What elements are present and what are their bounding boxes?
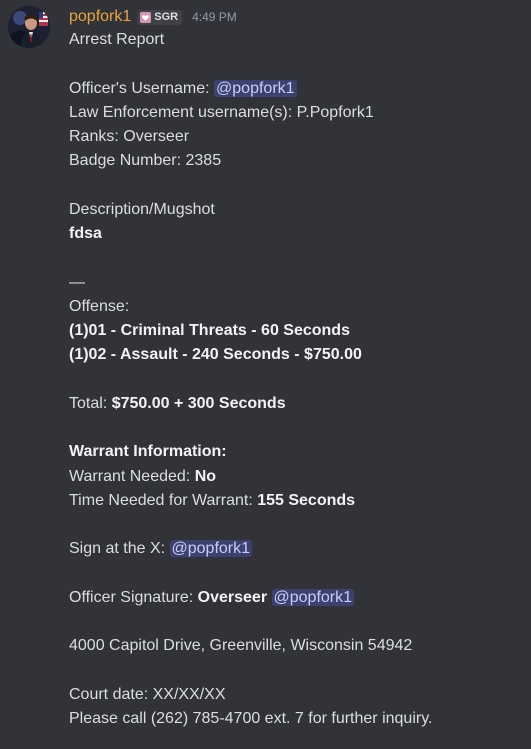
warrant-needed-line: Warrant Needed: No	[69, 465, 519, 489]
warrant-needed-value: No	[194, 467, 217, 485]
warrant-time-line: Time Needed for Warrant: 155 Seconds	[69, 489, 519, 513]
total-label: Total:	[69, 394, 112, 412]
warrant-needed-label: Warrant Needed:	[69, 467, 195, 485]
phone-line: Please call (262) 785-4700 ext. 7 for fu…	[69, 710, 433, 727]
sign-line: Sign at the X: @popfork1	[69, 537, 519, 561]
warrant-time-label: Time Needed for Warrant:	[69, 491, 258, 509]
signature-rank: Overseer	[197, 588, 268, 606]
author-username[interactable]: popfork1	[69, 8, 131, 26]
server-tag-label: SGR	[154, 11, 179, 23]
message-header: popfork1 SGR 4:49 PM	[69, 6, 237, 28]
separator: —	[69, 273, 85, 291]
chat-message: popfork1 SGR 4:49 PM Arrest Report Offic…	[0, 0, 531, 749]
offense-item: (1)01 - Criminal Threats - 60 Seconds	[69, 322, 350, 339]
avatar-image	[8, 6, 50, 48]
report-title: Arrest Report	[69, 31, 165, 48]
description-value: fdsa	[69, 225, 102, 242]
court-date-line: Court date: XX/XX/XX	[69, 685, 226, 703]
offense-label: Offense:	[69, 297, 130, 315]
message-content: Arrest Report Officer's Username: @popfo…	[69, 28, 519, 731]
address-line: 4000 Capitol Drive, Greenville, Wisconsi…	[69, 637, 413, 655]
warrant-heading: Warrant Information:	[69, 443, 227, 461]
sign-label: Sign at the X:	[69, 540, 170, 558]
total-value: $750.00 + 300 Seconds	[111, 394, 286, 412]
le-usernames-line: Law Enforcement username(s): P.Popfork1	[69, 103, 374, 121]
heart-badge-icon	[140, 11, 152, 23]
sign-mention[interactable]: @popfork1	[169, 540, 253, 558]
officer-mention[interactable]: @popfork1	[214, 79, 297, 97]
avatar[interactable]	[8, 6, 50, 48]
officer-username-line: Officer's Username: @popfork1	[69, 77, 519, 101]
officer-username-label: Officer's Username:	[69, 79, 215, 97]
badge-line: Badge Number: 2385	[69, 152, 222, 170]
description-label: Description/Mugshot	[69, 200, 215, 218]
signature-mention[interactable]: @popfork1	[271, 588, 355, 606]
signature-label: Officer Signature:	[69, 588, 198, 606]
server-tag[interactable]: SGR	[137, 9, 183, 25]
timestamp: 4:49 PM	[192, 10, 237, 24]
warrant-time-value: 155 Seconds	[257, 491, 356, 509]
total-line: Total: $750.00 + 300 Seconds	[69, 392, 519, 416]
offense-item: (1)02 - Assault - 240 Seconds - $750.00	[69, 346, 362, 364]
signature-line: Officer Signature: Overseer @popfork1	[69, 586, 519, 610]
ranks-line: Ranks: Overseer	[69, 128, 190, 145]
